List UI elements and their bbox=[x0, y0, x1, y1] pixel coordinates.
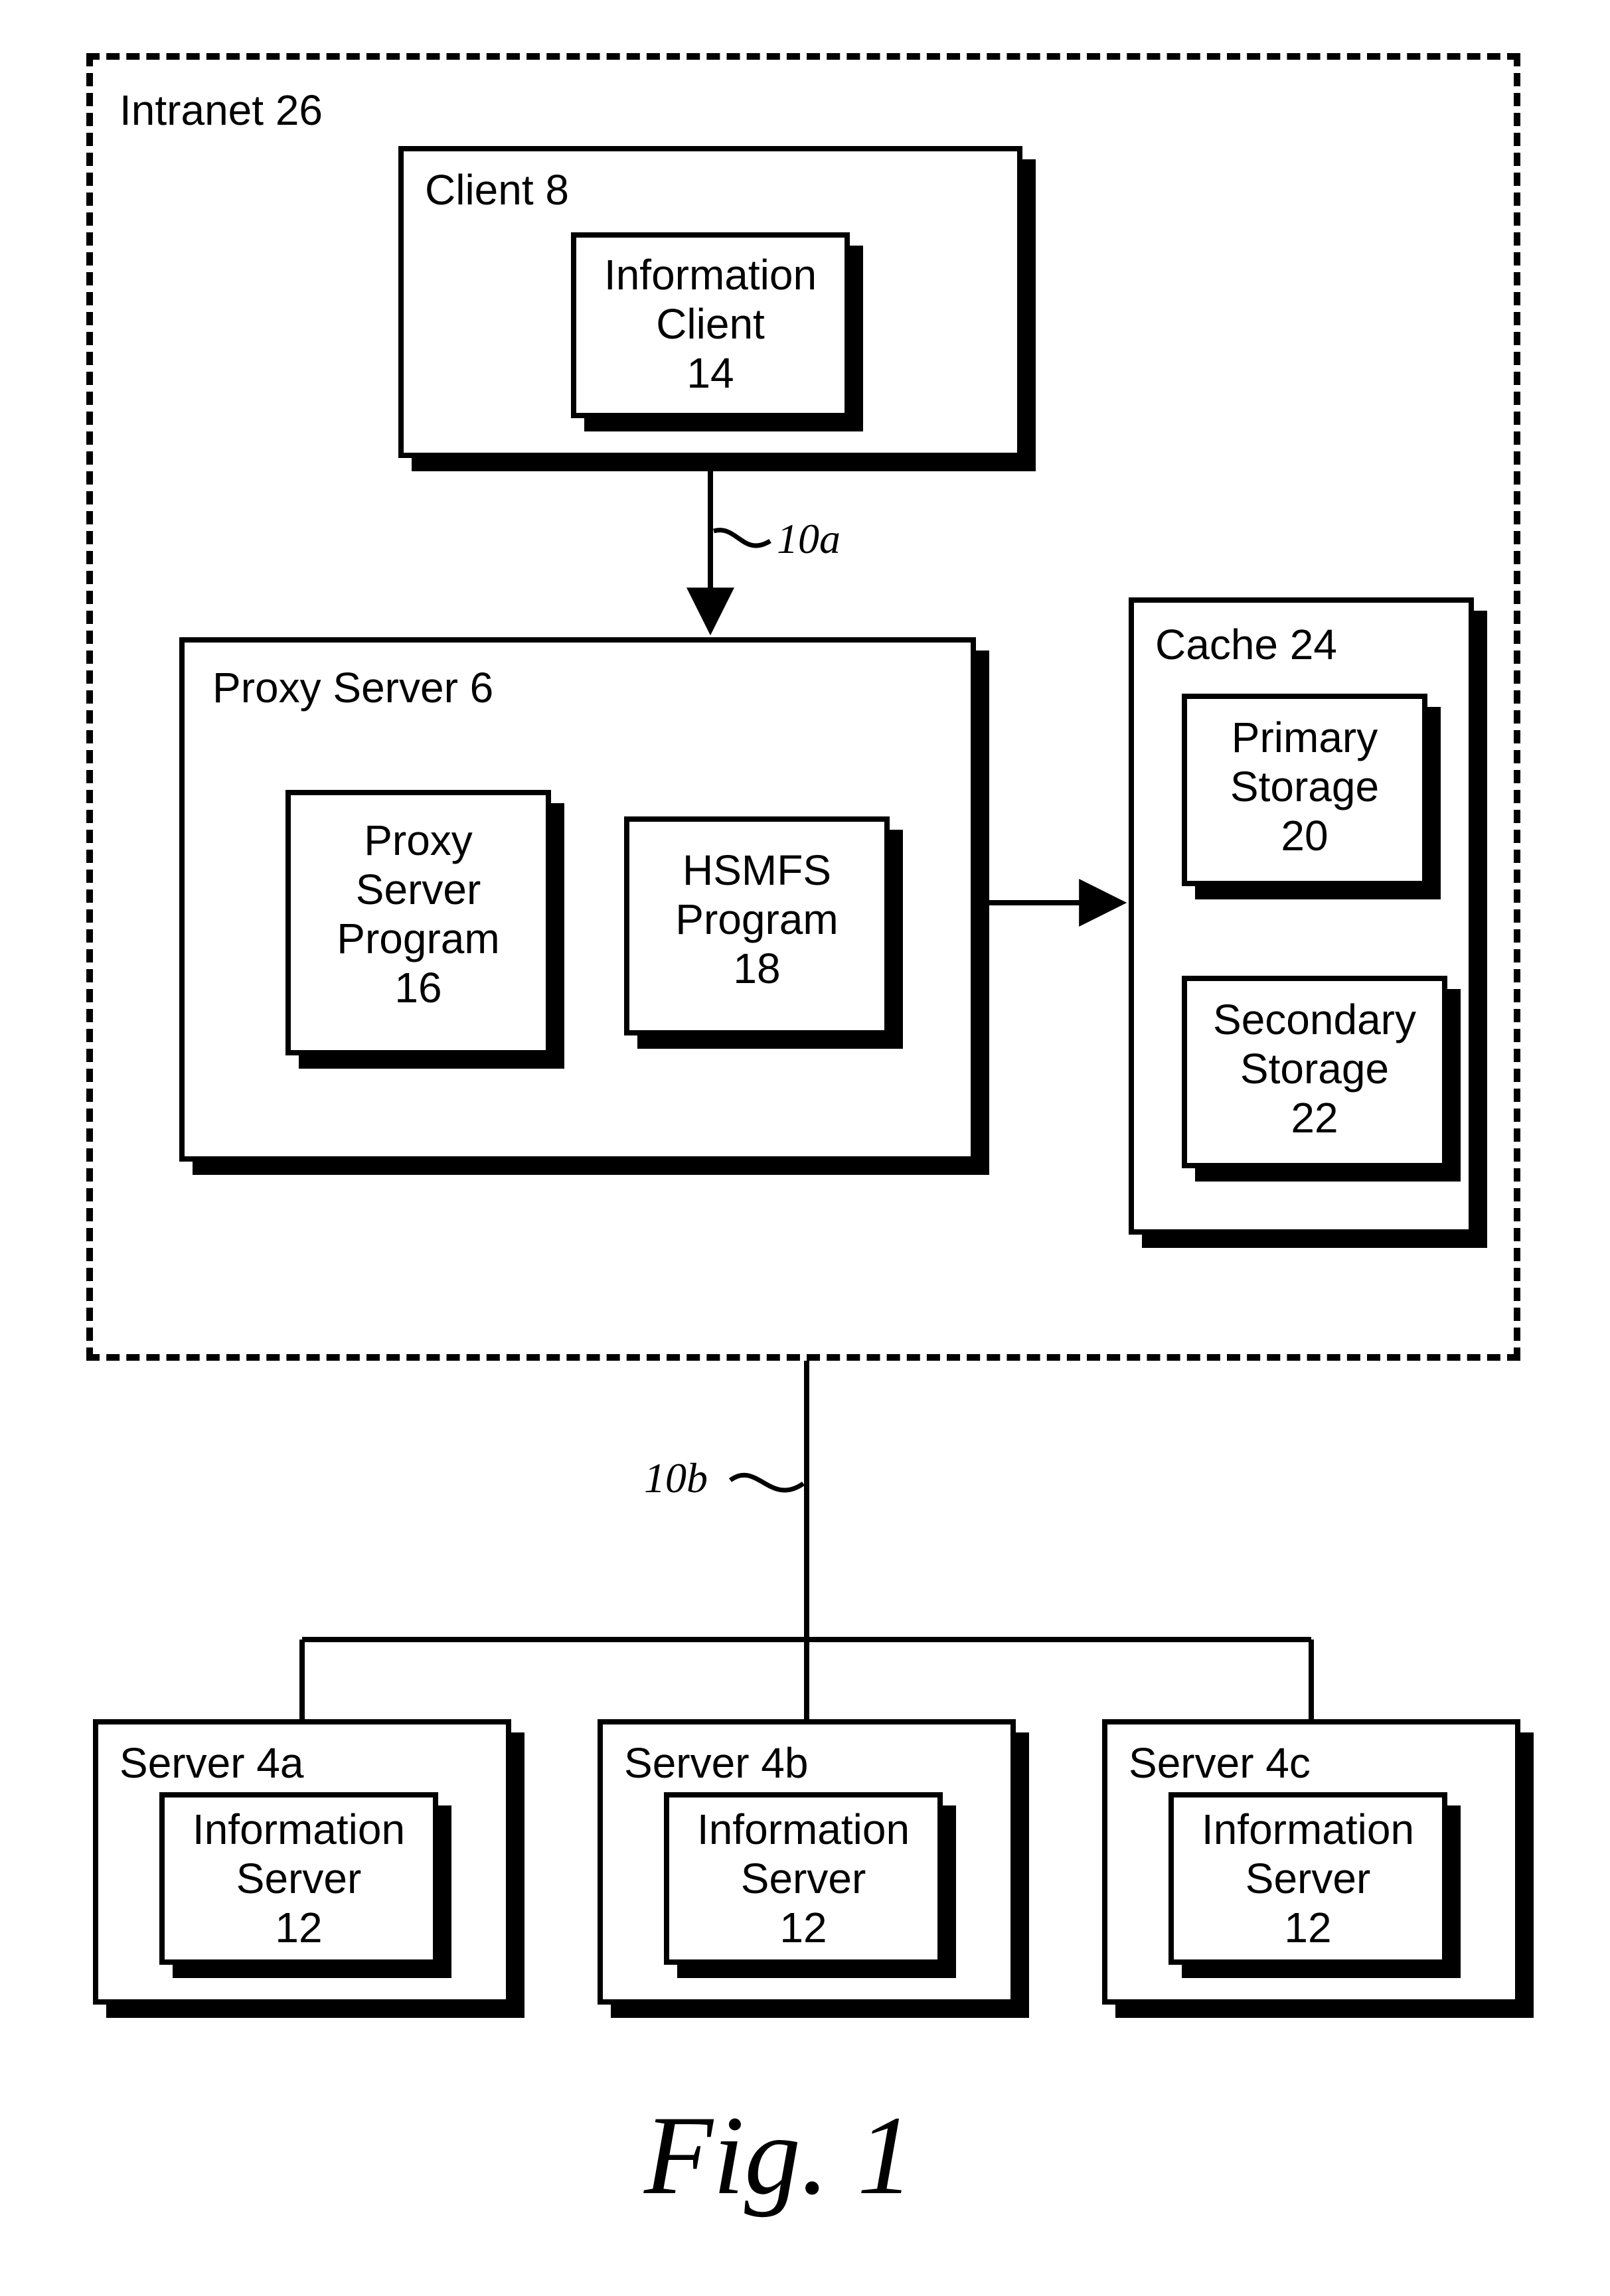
figure-caption: Fig. 1 bbox=[644, 2091, 914, 2220]
connectors bbox=[0, 0, 1610, 2296]
link-10a: 10a bbox=[777, 514, 841, 564]
link-10b: 10b bbox=[644, 1454, 708, 1503]
